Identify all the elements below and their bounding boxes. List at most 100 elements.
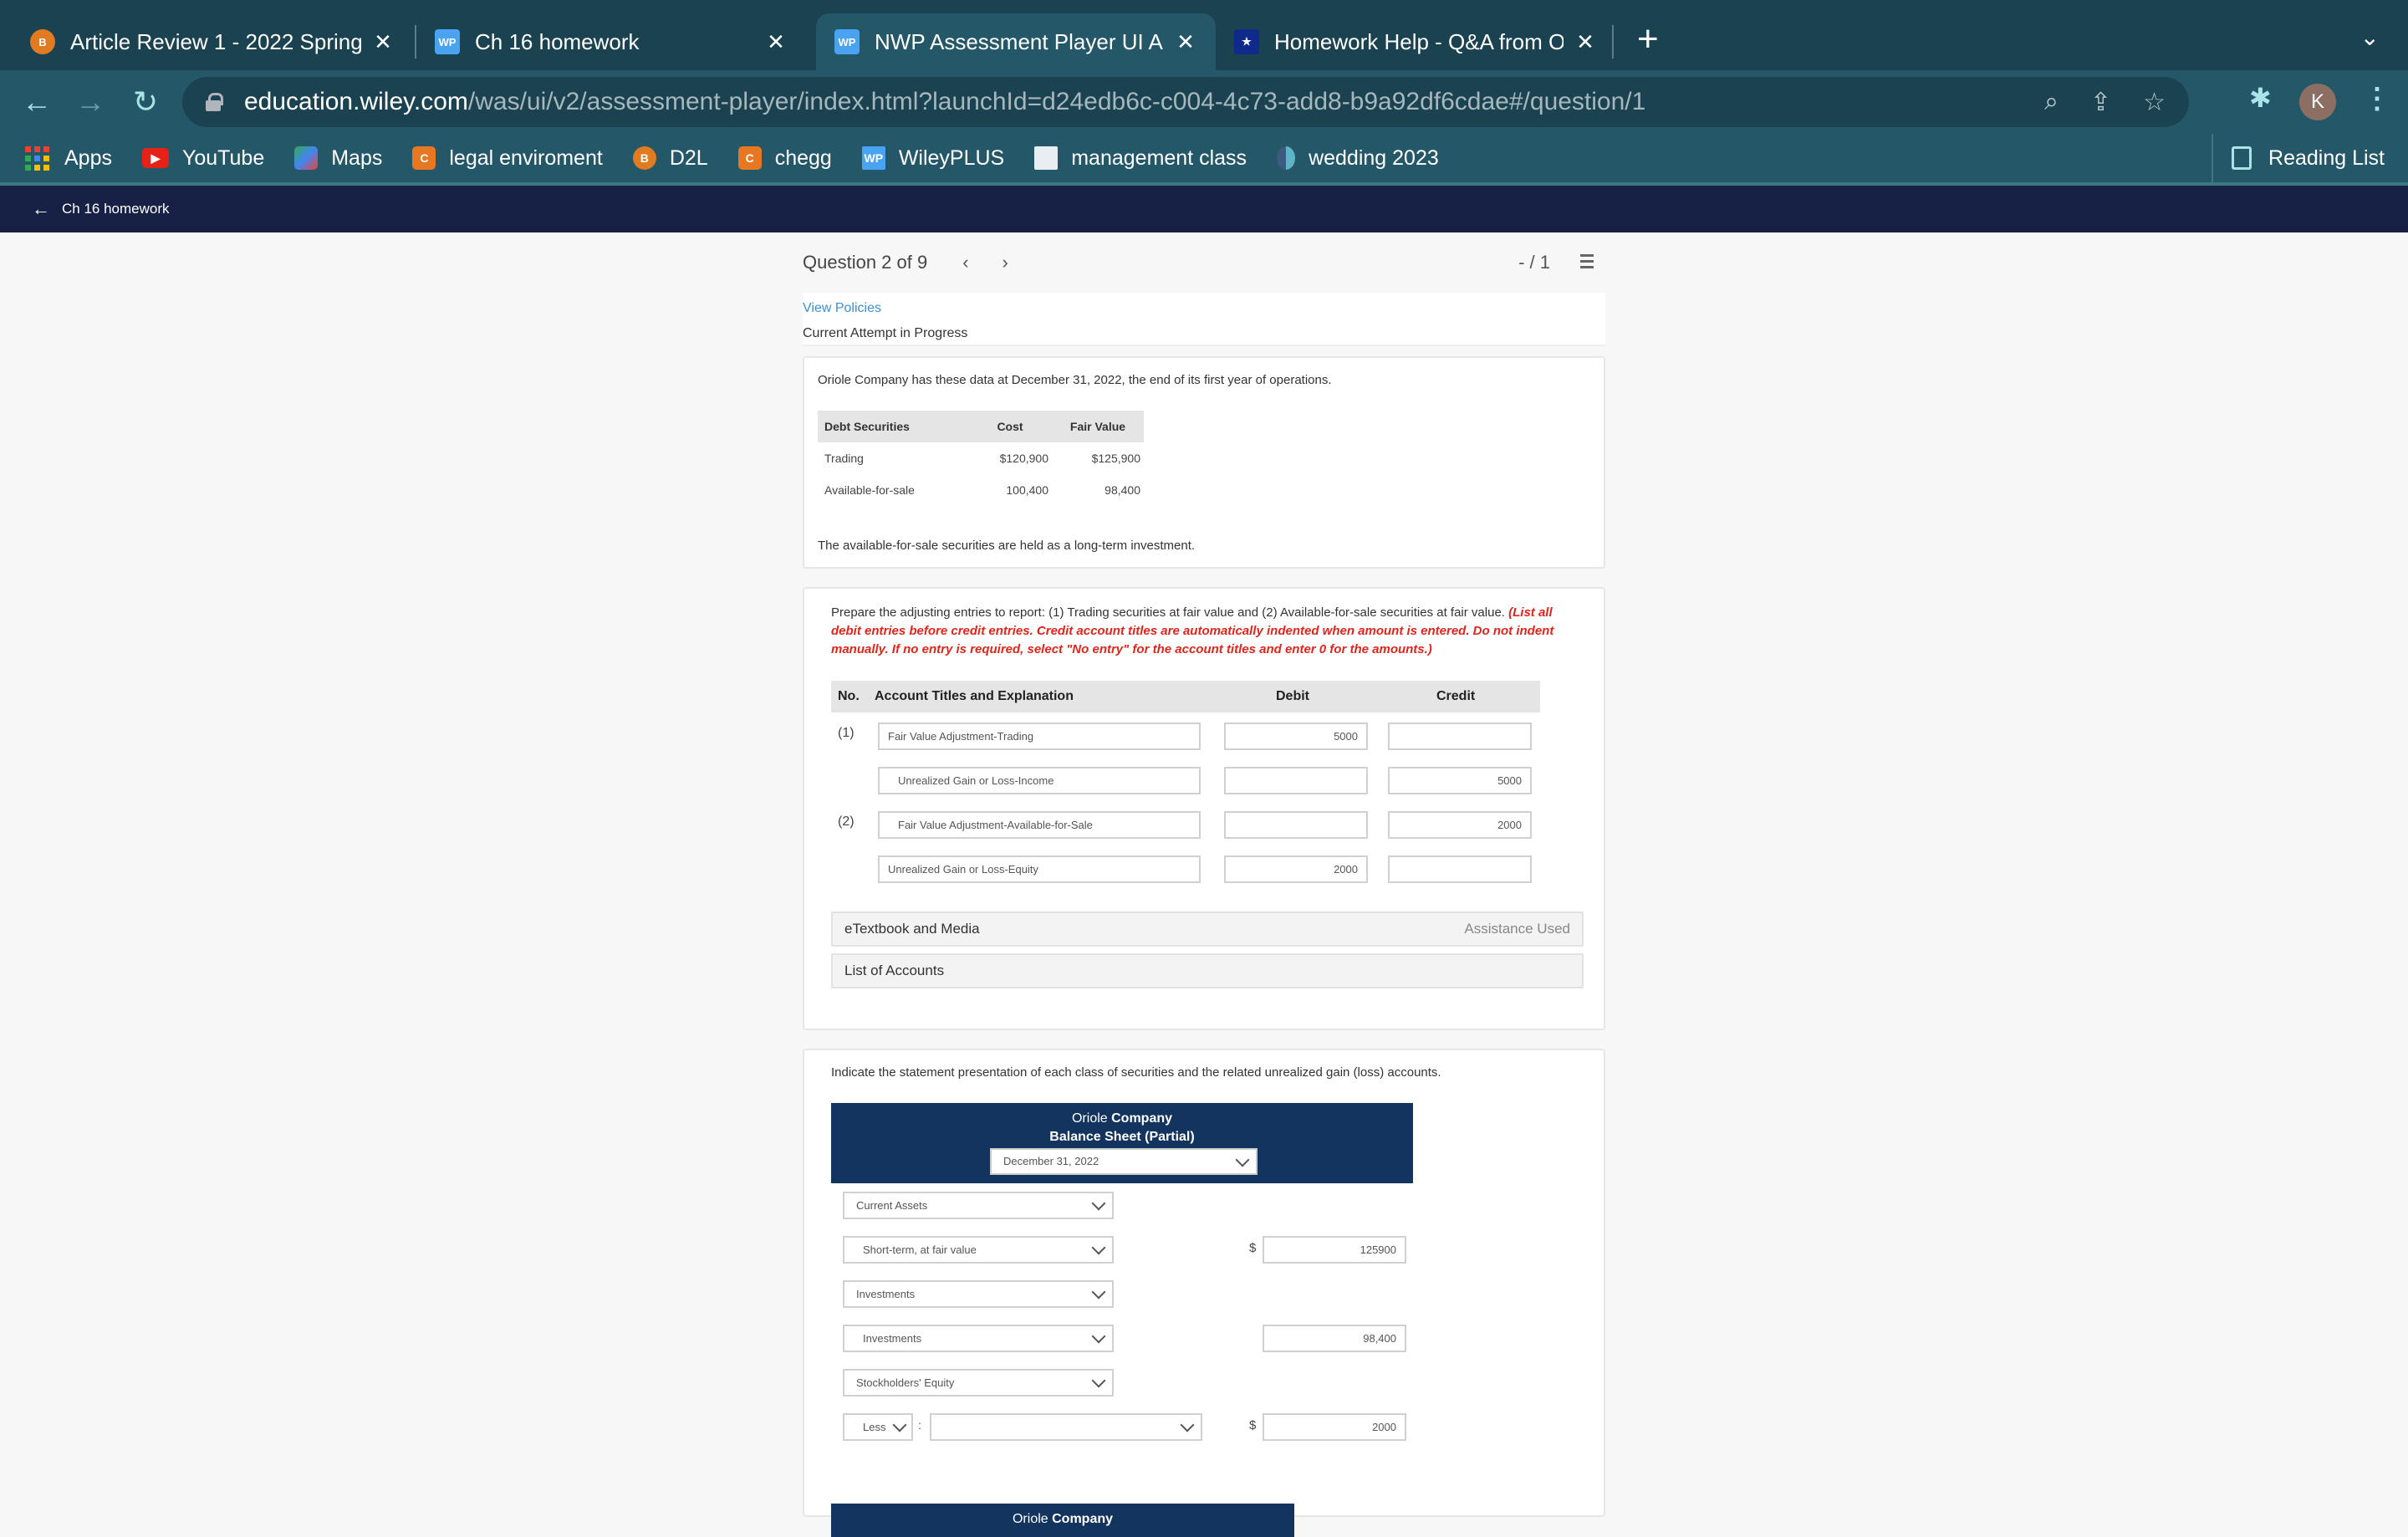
tab-homework-help[interactable]: ★ Homework Help - Q&A from Online ✕ (1216, 13, 1615, 70)
debit-input[interactable]: 2000 (1224, 855, 1368, 883)
balance-sheet-row: Current Assets (831, 1183, 1577, 1228)
management-icon (1034, 146, 1059, 170)
reading-list-button[interactable]: Reading List (2212, 134, 2385, 182)
wileyplus-icon: WP (861, 146, 885, 170)
classification-select[interactable]: Investments (843, 1280, 1114, 1308)
account-title-input[interactable]: Fair Value Adjustment-Trading (878, 723, 1201, 750)
bookmark-maps[interactable]: Maps (294, 146, 382, 171)
debit-input[interactable] (1224, 767, 1368, 794)
question-list-icon[interactable] (1575, 254, 1594, 269)
journal-row: (2) Fair Value Adjustment-Available-for-… (831, 801, 1577, 845)
close-icon[interactable]: ✕ (764, 29, 788, 55)
classification-select[interactable]: Stockholders' Equity (843, 1369, 1114, 1397)
company-name-bold: Company (1111, 1111, 1173, 1126)
tab-separator (1612, 25, 1614, 59)
table-cell: Trading (824, 452, 864, 465)
close-icon[interactable]: ✕ (371, 29, 395, 55)
close-icon[interactable]: ✕ (1574, 29, 1597, 55)
account-title-input[interactable]: Unrealized Gain or Loss-Income (878, 767, 1201, 794)
forward-arrow-icon[interactable]: → (70, 82, 110, 122)
journal-row: Unrealized Gain or Loss-Income 5000 (831, 757, 1577, 801)
operator-select[interactable]: Less (843, 1413, 913, 1441)
maps-icon (294, 146, 319, 170)
account-title-input[interactable]: Fair Value Adjustment-Available-for-Sale (878, 811, 1201, 839)
balance-sheet-card: Indicate the statement presentation of e… (803, 1049, 1605, 1537)
tab-search-chevron-icon[interactable]: ⌄ (2360, 23, 2380, 51)
amount-input[interactable]: 2000 (1263, 1413, 1406, 1441)
entry-number: (1) (838, 726, 855, 740)
credit-input[interactable]: 5000 (1388, 767, 1532, 794)
bookmarks-bar: Apps ▶ YouTube Maps C legal enviroment B… (0, 134, 2408, 186)
wileyplus-icon: WP (435, 29, 460, 54)
bookmark-label: legal enviroment (449, 146, 603, 170)
account-select[interactable]: Investments (843, 1325, 1114, 1352)
profile-avatar[interactable]: K (2299, 84, 2336, 120)
select-value: Short-term, at fair value (863, 1243, 977, 1256)
tab-ch16-homework[interactable]: WP Ch 16 homework ✕ (416, 13, 806, 70)
chevron-down-icon (1091, 1373, 1106, 1388)
statement-date-value: December 31, 2022 (1003, 1155, 1099, 1167)
credit-input[interactable] (1388, 723, 1532, 750)
previous-question-button[interactable]: ‹ (962, 252, 968, 273)
journal-row: (1) Fair Value Adjustment-Trading 5000 (831, 712, 1577, 757)
question-counter: Question 2 of 9 (803, 252, 928, 273)
credit-input[interactable] (1388, 855, 1532, 883)
bookmark-label: wedding 2023 (1309, 146, 1439, 170)
list-of-accounts-accordion[interactable]: List of Accounts (831, 953, 1584, 988)
bookmark-wileyplus[interactable]: WP WileyPLUS (861, 146, 1004, 171)
classification-select[interactable]: Current Assets (843, 1192, 1114, 1219)
journal-row: Unrealized Gain or Loss-Equity 2000 (831, 845, 1577, 890)
account-select[interactable]: Short-term, at fair value (843, 1236, 1114, 1264)
back-arrow-icon[interactable]: ← (32, 198, 50, 220)
account-title-input[interactable]: Unrealized Gain or Loss-Equity (878, 855, 1201, 883)
debit-input[interactable] (1224, 811, 1368, 839)
credit-input[interactable]: 2000 (1388, 811, 1532, 839)
url-host: education.wiley.com (244, 88, 468, 115)
bookmark-management-class[interactable]: management class (1034, 146, 1247, 171)
view-policies-link[interactable]: View Policies (803, 301, 1605, 316)
chegg-icon: C (737, 146, 762, 170)
table-row: Available-for-sale 100,400 98,400 (818, 474, 1144, 506)
share-icon[interactable]: ⇪ (2090, 88, 2111, 117)
back-arrow-icon[interactable]: ← (17, 82, 57, 122)
entry-number: (2) (838, 814, 855, 829)
bookmark-youtube[interactable]: ▶ YouTube (141, 146, 264, 171)
bookmark-d2l[interactable]: B D2L (632, 146, 708, 171)
problem-note: The available-for-sale securities are he… (818, 539, 1196, 553)
amount-input[interactable]: 98,400 (1263, 1325, 1406, 1352)
tab-nwp-assessment[interactable]: WP NWP Assessment Player UI App ✕ (816, 13, 1216, 70)
balance-sheet-header: Oriole Company Balance Sheet (Partial) D… (831, 1103, 1413, 1183)
browser-menu-icon[interactable]: ⋮ (2363, 82, 2391, 115)
bookmark-legal-enviroment[interactable]: C legal enviroment (412, 146, 603, 171)
d2l-icon: B (30, 29, 55, 54)
bookmark-apps[interactable]: Apps (25, 146, 112, 171)
back-to-assignment-link[interactable]: Ch 16 homework (62, 201, 170, 217)
tab-article-review[interactable]: B Article Review 1 - 2022 Spring ✕ (12, 13, 413, 70)
column-header-debit: Debit (1276, 689, 1309, 703)
next-question-button[interactable]: › (1002, 252, 1008, 273)
income-statement-header: Oriole Company (831, 1504, 1294, 1537)
youtube-icon: ▶ (141, 148, 169, 168)
bookmark-star-icon[interactable]: ☆ (2143, 88, 2166, 117)
reload-icon[interactable]: ↻ (125, 82, 166, 122)
debit-input[interactable]: 5000 (1224, 723, 1368, 750)
attempt-status: Current Attempt in Progress (803, 326, 968, 340)
account-select[interactable] (930, 1413, 1202, 1441)
new-tab-button[interactable]: + (1637, 18, 1659, 60)
zoom-icon[interactable]: ⌕ (2044, 88, 2059, 116)
etextbook-media-accordion[interactable]: eTextbook and Media Assistance Used (831, 911, 1584, 947)
table-cell: Available-for-sale (824, 483, 915, 497)
bookmark-wedding-2023[interactable]: wedding 2023 (1277, 146, 1439, 171)
company-name-prefix: Oriole (1012, 1512, 1053, 1526)
address-bar[interactable]: education.wiley.com/was/ui/v2/assessment… (182, 77, 2189, 127)
problem-data-card: Oriole Company has these data at Decembe… (803, 356, 1605, 569)
close-icon[interactable]: ✕ (1174, 29, 1197, 55)
bookmark-label: D2L (669, 146, 708, 170)
extensions-puzzle-icon[interactable]: ✱ (2249, 82, 2272, 114)
bookmark-chegg[interactable]: C chegg (737, 146, 832, 171)
table-cell: 98,400 (1105, 483, 1140, 497)
assignment-header: ← Ch 16 homework (0, 186, 2408, 232)
apps-grid-icon (25, 146, 49, 171)
amount-input[interactable]: 125900 (1263, 1236, 1406, 1264)
statement-date-select[interactable]: December 31, 2022 (990, 1148, 1258, 1175)
